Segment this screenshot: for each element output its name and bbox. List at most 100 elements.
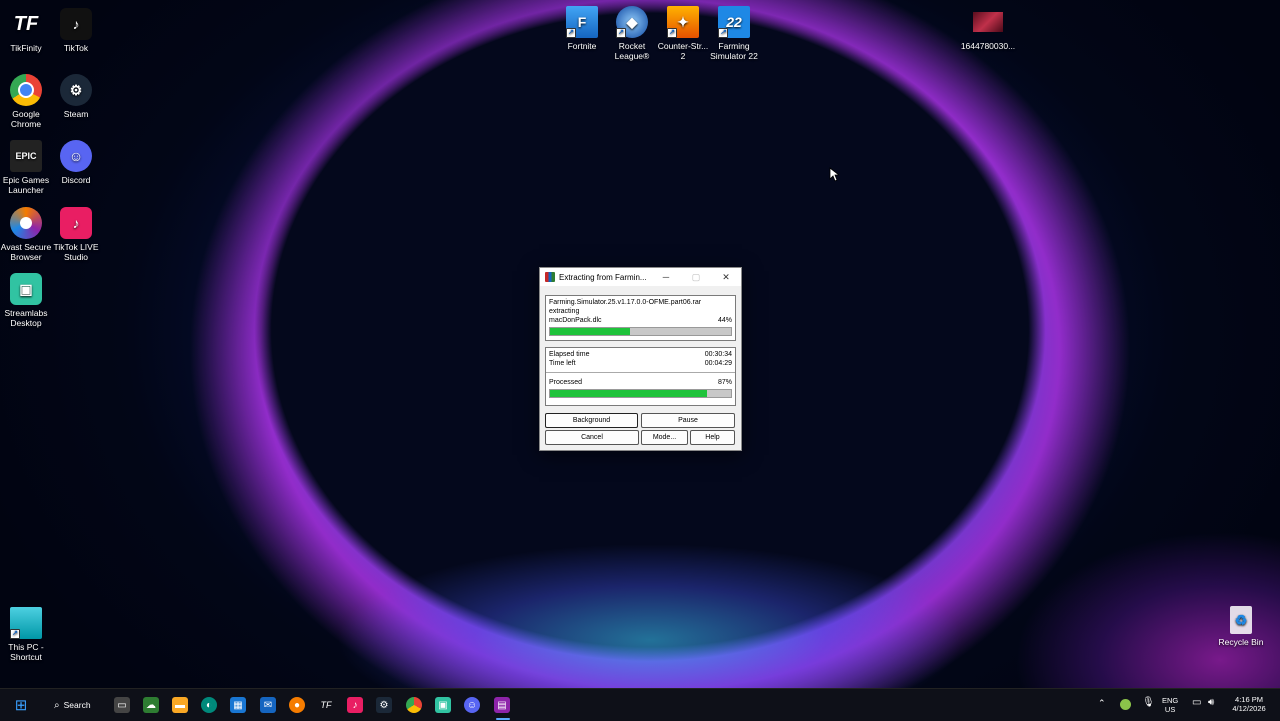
network-icon[interactable]: ▭	[1192, 698, 1201, 708]
file-percent: 44%	[717, 317, 732, 324]
fortnite-icon: F ↗	[566, 6, 598, 38]
desktop-icon-label: Fortnite	[567, 41, 597, 51]
desktop-icon-tiktok[interactable]: ♪ TikTok	[50, 8, 102, 53]
mouse-cursor-icon	[829, 167, 839, 182]
processed-label: Processed	[549, 379, 583, 386]
cancel-button[interactable]: Cancel	[545, 430, 639, 445]
desktop-icon-tikfinity[interactable]: TF TikFinity	[0, 8, 52, 53]
processed-progress-fill	[550, 390, 708, 397]
search-label: Search	[63, 700, 91, 710]
file-progress-panel: Farming.Simulator.25.v1.17.0.0-OFME.part…	[545, 295, 736, 341]
task-view-icon[interactable]: ▭	[114, 697, 130, 713]
winrar-icon	[545, 272, 555, 282]
language-top: ENG	[1162, 696, 1179, 705]
dialog-titlebar[interactable]: Extracting from Farmin... ─ ▢ ✕	[540, 268, 741, 286]
time-left-value: 00:04:29	[704, 360, 732, 367]
background-button[interactable]: Background	[545, 413, 638, 428]
start-icon[interactable]: ⊞	[13, 697, 29, 714]
avast-browser-icon[interactable]: ●	[289, 697, 305, 713]
file-progress-bar	[549, 327, 732, 336]
mail-icon[interactable]: ✉	[260, 697, 276, 713]
desktop-icon-label: TikTok	[63, 43, 89, 53]
taskbar: ⊞ ⌕ Search ▭ ☁ ▬ ◐ ▦ ✉ ● TF ♪ ⚙ ▣ ☺ ▤ ⌃ …	[0, 688, 1280, 721]
volume-icon[interactable]: 🔊︎	[1208, 698, 1214, 708]
desktop-icon-label: Recycle Bin	[1218, 637, 1264, 647]
this-pc-icon: ↗	[10, 607, 42, 639]
close-button[interactable]: ✕	[711, 272, 741, 283]
chrome-icon[interactable]	[406, 697, 422, 713]
desktop-icon-label: TikTok LIVE Studio	[53, 242, 99, 262]
desktop-icon-label: Rocket League®	[614, 41, 650, 61]
current-file-name: macDonPack.dlc	[549, 317, 602, 324]
streamlabs-icon: ▣	[10, 273, 42, 305]
desktop-icon-label: Epic Games Launcher	[2, 175, 50, 195]
pause-button[interactable]: Pause	[641, 413, 735, 428]
extraction-dialog: Extracting from Farmin... ─ ▢ ✕ Farming.…	[539, 267, 742, 451]
avast-browser-icon	[10, 207, 42, 239]
epic-games-icon: EPIC	[10, 140, 42, 172]
search-icon: ⌕	[54, 699, 60, 711]
time-left-label: Time left	[549, 360, 576, 367]
clock-time: 4:16 PM	[1235, 695, 1263, 704]
minimize-button[interactable]: ─	[651, 272, 681, 282]
chrome-icon	[10, 74, 42, 106]
desktop-icon-rocket-league[interactable]: ◆ ↗ Rocket League®	[606, 6, 658, 61]
tikfinity-icon[interactable]: TF	[318, 697, 334, 713]
desktop-icon-tiktok-live[interactable]: ♪ TikTok LIVE Studio	[50, 207, 102, 262]
desktop-icon-counter-strike[interactable]: ✦ ↗ Counter-Str... 2	[657, 6, 709, 61]
tikfinity-icon: TF	[13, 13, 39, 35]
dialog-title: Extracting from Farmin...	[559, 272, 647, 282]
divider	[546, 372, 735, 373]
desktop-icon-streamlabs[interactable]: ▣ Streamlabs Desktop	[0, 273, 52, 328]
file-explorer-icon[interactable]: ▬	[172, 697, 188, 713]
rocket-league-icon: ◆ ↗	[616, 6, 648, 38]
desktop-icon-label: Google Chrome	[10, 109, 42, 129]
steam-icon: ⚙	[60, 74, 92, 106]
mode-button[interactable]: Mode...	[641, 430, 688, 445]
store-icon[interactable]: ▦	[230, 697, 246, 713]
overall-progress-panel: Elapsed time 00:30:34 Time left 00:04:29…	[545, 347, 736, 406]
image-file-icon	[973, 12, 1003, 32]
show-hidden-icons-chevron-icon[interactable]: ⌃	[1098, 699, 1106, 708]
desktop-icon-label: Avast Secure Browser	[0, 242, 52, 262]
tray-app-icon[interactable]	[1120, 699, 1131, 710]
action-label: extracting	[549, 308, 580, 315]
desktop-icon-label: Counter-Str... 2	[657, 41, 709, 61]
processed-progress-bar	[549, 389, 732, 398]
desktop-icon-recycle-bin[interactable]: ♻ Recycle Bin	[1215, 606, 1267, 647]
elapsed-time-label: Elapsed time	[549, 351, 590, 358]
edge-icon[interactable]: ◐	[201, 697, 217, 713]
file-progress-fill	[550, 328, 630, 335]
desktop-icon-label: TikFinity	[10, 43, 42, 53]
help-button[interactable]: Help	[690, 430, 735, 445]
desktop-icon-fortnite[interactable]: F ↗ Fortnite	[556, 6, 608, 51]
desktop-icon-avast-browser[interactable]: Avast Secure Browser	[0, 207, 52, 262]
desktop-icon-epic-games[interactable]: EPIC Epic Games Launcher	[0, 140, 52, 195]
desktop-icon-steam[interactable]: ⚙ Steam	[50, 74, 102, 119]
desktop-icon-label: Streamlabs Desktop	[4, 308, 48, 328]
search-button[interactable]: ⌕ Search	[46, 696, 91, 714]
language-indicator[interactable]: ENG US	[1162, 696, 1178, 714]
farming-simulator-icon: 22 ↗	[718, 6, 750, 38]
counter-strike-icon: ✦ ↗	[667, 6, 699, 38]
desktop-icon-image-file[interactable]: 1644780030...	[960, 12, 1016, 51]
desktop-icon-label: This PC - Shortcut	[8, 642, 44, 662]
clock[interactable]: 4:16 PM 4/12/2026	[1226, 695, 1272, 713]
desktop-icon-chrome[interactable]: Google Chrome	[0, 74, 52, 129]
winrar-icon[interactable]: ▤	[494, 697, 510, 713]
elapsed-time-value: 00:30:34	[704, 351, 732, 358]
archive-name: Farming.Simulator.25.v1.17.0.0-OFME.part…	[549, 299, 702, 306]
processed-percent: 87%	[717, 379, 732, 386]
desktop-icon-discord[interactable]: ☺ Discord	[50, 140, 102, 185]
microphone-icon[interactable]: 🎙︎	[1142, 698, 1155, 708]
tiktok-live-icon[interactable]: ♪	[347, 697, 363, 713]
desktop-icon-this-pc[interactable]: ↗ This PC - Shortcut	[0, 607, 52, 662]
tiktok-live-icon: ♪	[60, 207, 92, 239]
widgets-icon[interactable]: ☁	[143, 697, 159, 713]
steam-icon[interactable]: ⚙	[376, 697, 392, 713]
desktop-icon-label: Steam	[63, 109, 89, 119]
discord-icon[interactable]: ☺	[464, 697, 480, 713]
desktop-icon-farming-simulator[interactable]: 22 ↗ Farming Simulator 22	[708, 6, 760, 61]
desktop-icon-label: Farming Simulator 22	[710, 41, 758, 61]
streamlabs-icon[interactable]: ▣	[435, 697, 451, 713]
